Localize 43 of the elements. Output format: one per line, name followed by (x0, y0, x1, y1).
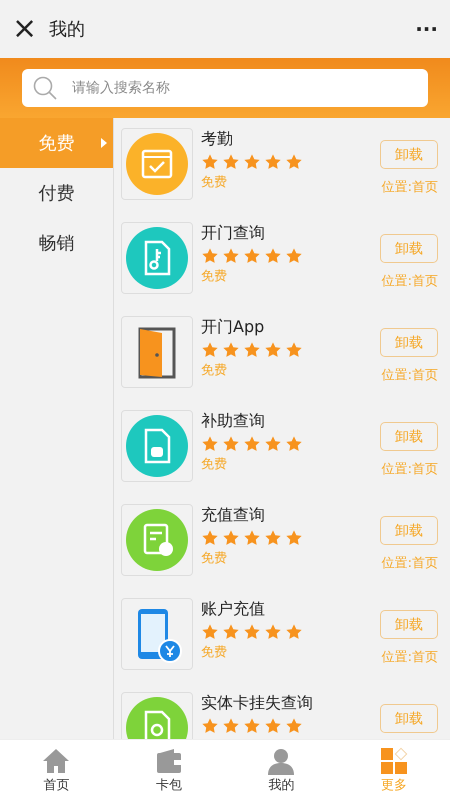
app-icon[interactable] (121, 598, 193, 670)
category-item[interactable]: 畅销 (0, 218, 113, 268)
home-icon (41, 746, 72, 776)
price-label: 免费 (201, 644, 227, 661)
location-label: 位置:首页 (382, 461, 438, 478)
category-item[interactable]: 免费 (0, 118, 113, 168)
app-icon[interactable] (121, 316, 193, 388)
more-button[interactable]: ··· (415, 17, 438, 41)
app-name: 开门App (201, 316, 266, 338)
app-name: 开门查询 (201, 222, 266, 244)
home-tab[interactable]: 首页 (0, 740, 112, 800)
app-name: 补助查询 (201, 410, 266, 432)
location-label: 位置:首页 (382, 179, 438, 196)
page-title: 我的 (49, 18, 86, 41)
app-name: 实体卡挂失查询 (201, 692, 314, 714)
price-label: 免费 (201, 174, 227, 191)
location-label: 位置:首页 (382, 367, 438, 384)
location-label: 位置:首页 (382, 649, 438, 666)
uninstall-button[interactable]: 卸载 (380, 328, 438, 357)
uninstall-button[interactable]: 卸载 (380, 140, 438, 169)
grid-icon (378, 746, 409, 776)
grid-tab[interactable]: 更多 (338, 740, 450, 800)
uninstall-button[interactable]: 卸载 (380, 516, 438, 545)
app-name: 考勤 (201, 128, 234, 150)
location-label: 位置:首页 (382, 273, 438, 290)
caret-icon (101, 138, 107, 148)
price-label: 免费 (201, 456, 227, 473)
uninstall-button[interactable]: 卸载 (380, 704, 438, 733)
person-icon (266, 746, 296, 776)
search-field[interactable]: 请输入搜索名称 (22, 69, 428, 107)
location-label: 位置:首页 (382, 555, 438, 572)
app-name: 充值查询 (201, 504, 266, 526)
category-item[interactable]: 付费 (0, 168, 113, 218)
wallet-tab[interactable]: 卡包 (112, 740, 225, 800)
uninstall-button[interactable]: 卸载 (380, 422, 438, 451)
price-label: 免费 (201, 550, 227, 567)
app-name: 账户充值 (201, 598, 266, 620)
price-label: 免费 (201, 362, 227, 379)
price-label: 免费 (201, 268, 227, 285)
close-button[interactable]: × (12, 14, 38, 44)
uninstall-button[interactable]: 卸载 (380, 610, 438, 639)
person-tab[interactable]: 我的 (225, 740, 338, 800)
uninstall-button[interactable]: 卸载 (380, 234, 438, 263)
